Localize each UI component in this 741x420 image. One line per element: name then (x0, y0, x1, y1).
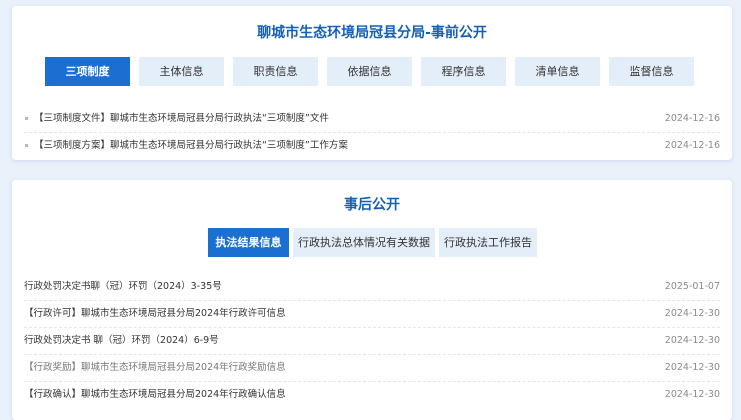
tab-supervision-info[interactable]: 监督信息 (609, 57, 694, 86)
list-item[interactable]: 【行政确认】聊城市生态环境局冠县分局2024年行政确认信息 2024-12-30 (24, 382, 720, 408)
tab-duty-info[interactable]: 职责信息 (233, 57, 318, 86)
list-item-title[interactable]: 【行政确认】聊城市生态环境局冠县分局2024年行政确认信息 (24, 382, 286, 408)
tab-basis-info[interactable]: 依据信息 (327, 57, 412, 86)
pre-disclosure-panel: 聊城市生态环境局冠县分局-事前公开 三项制度 主体信息 职责信息 依据信息 程序… (12, 6, 732, 160)
list-item-date: 2024-12-30 (664, 389, 720, 400)
tab-enforcement-report[interactable]: 行政执法工作报告 (439, 228, 537, 257)
tab-list-info[interactable]: 清单信息 (515, 57, 600, 86)
list-item-title[interactable]: 【三项制度方案】聊城市生态环境局冠县分局行政执法“三项制度”工作方案 (34, 133, 348, 159)
list-item-date: 2024-12-16 (664, 113, 720, 124)
tab-enforcement-data[interactable]: 行政执法总体情况有关数据 (293, 228, 435, 257)
list-item[interactable]: 【行政奖励】聊城市生态环境局冠县分局2024年行政奖励信息 2024-12-30 (24, 355, 720, 382)
list-item-title[interactable]: 【三项制度文件】聊城市生态环境局冠县分局行政执法“三项制度”文件 (34, 106, 329, 132)
list-item[interactable]: 【行政许可】聊城市生态环境局冠县分局2024年行政许可信息 2024-12-30 (24, 301, 720, 328)
list-item-date: 2024-12-30 (664, 335, 720, 346)
list-item[interactable]: 【三项制度方案】聊城市生态环境局冠县分局行政执法“三项制度”工作方案 2024-… (24, 133, 720, 159)
bullet-icon (25, 117, 28, 120)
list-item-title[interactable]: 行政处罚决定书聊（冠）环罚（2024）3-35号 (24, 274, 222, 300)
post-disclosure-title: 事后公开 (344, 197, 400, 213)
list-item-date: 2024-12-30 (664, 362, 720, 373)
pre-disclosure-list: 【三项制度文件】聊城市生态环境局冠县分局行政执法“三项制度”文件 2024-12… (24, 106, 720, 159)
list-item-title[interactable]: 【行政许可】聊城市生态环境局冠县分局2024年行政许可信息 (24, 301, 286, 327)
post-disclosure-panel: 事后公开 执法结果信息 行政执法总体情况有关数据 行政执法工作报告 行政处罚决定… (12, 180, 732, 420)
list-item[interactable]: 行政处罚决定书 聊（冠）环罚（2024）6-9号 2024-12-30 (24, 328, 720, 355)
bullet-icon (25, 144, 28, 147)
list-item-date: 2025-01-07 (664, 281, 720, 292)
post-disclosure-tabs: 执法结果信息 行政执法总体情况有关数据 行政执法工作报告 (208, 228, 537, 257)
list-item[interactable]: 行政处罚决定书聊（冠）环罚（2024）3-35号 2025-01-07 (24, 274, 720, 301)
pre-disclosure-tabs: 三项制度 主体信息 职责信息 依据信息 程序信息 清单信息 监督信息 (45, 57, 694, 86)
list-item-title[interactable]: 【行政奖励】聊城市生态环境局冠县分局2024年行政奖励信息 (24, 355, 286, 381)
list-item-date: 2024-12-30 (664, 308, 720, 319)
pre-disclosure-title: 聊城市生态环境局冠县分局-事前公开 (257, 25, 487, 41)
tab-subject-info[interactable]: 主体信息 (139, 57, 224, 86)
list-item-title[interactable]: 行政处罚决定书 聊（冠）环罚（2024）6-9号 (24, 328, 219, 354)
tab-enforcement-results[interactable]: 执法结果信息 (208, 228, 289, 257)
list-item[interactable]: 【三项制度文件】聊城市生态环境局冠县分局行政执法“三项制度”文件 2024-12… (24, 106, 720, 133)
tab-three-systems[interactable]: 三项制度 (45, 57, 130, 86)
tab-procedure-info[interactable]: 程序信息 (421, 57, 506, 86)
list-item-date: 2024-12-16 (664, 140, 720, 151)
post-disclosure-list: 行政处罚决定书聊（冠）环罚（2024）3-35号 2025-01-07 【行政许… (24, 274, 720, 408)
